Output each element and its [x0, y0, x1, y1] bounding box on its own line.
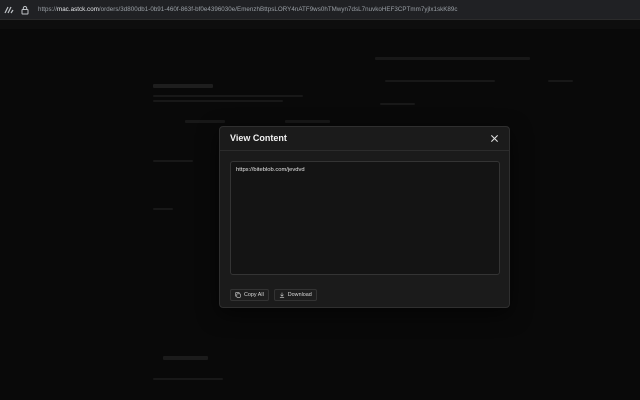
tab-icon[interactable]	[2, 3, 16, 17]
modal-header: View Content	[220, 127, 509, 151]
url-field[interactable]: https://mac.astck.com/orders/3d800db1-0b…	[38, 6, 458, 13]
view-content-modal: View Content https://biteblob.com/jevdvd…	[219, 126, 510, 308]
url-scheme: https://	[38, 6, 57, 13]
close-button[interactable]	[488, 132, 500, 144]
download-button[interactable]: Download	[273, 289, 317, 301]
close-icon	[490, 134, 498, 142]
content-text: https://biteblob.com/jevdvd	[236, 167, 305, 173]
url-path: /orders/3d800db1-0b91-460f-863f-bf0e4396…	[98, 6, 458, 13]
lock-icon[interactable]	[18, 3, 32, 17]
copy-icon	[235, 292, 241, 298]
copy-all-button[interactable]: Copy All	[230, 289, 269, 301]
browser-address-bar: https://mac.astck.com/orders/3d800db1-0b…	[0, 0, 640, 20]
modal-title: View Content	[230, 133, 287, 143]
copy-all-label: Copy All	[244, 292, 264, 298]
download-icon	[279, 292, 284, 298]
content-textarea[interactable]: https://biteblob.com/jevdvd	[230, 161, 500, 275]
url-host: mac.astck.com	[56, 6, 99, 13]
download-label: Download	[287, 292, 312, 298]
modal-actions: Copy All Download	[230, 289, 317, 301]
